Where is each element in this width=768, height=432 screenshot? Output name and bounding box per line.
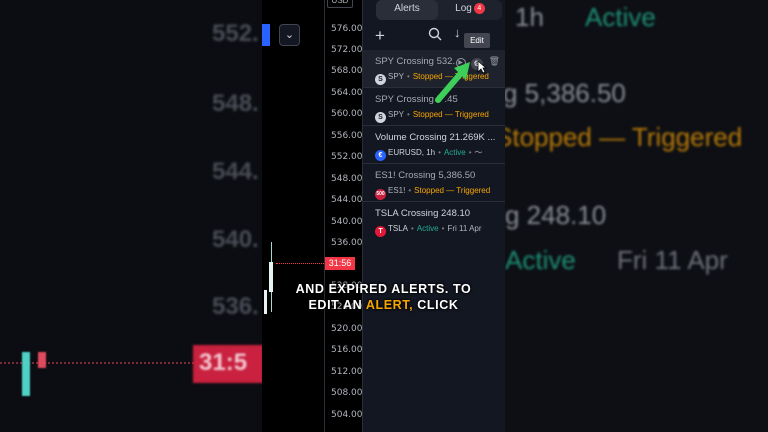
alert-symbol: ES1! [388, 186, 406, 195]
alert-symbol: SPY [388, 72, 405, 81]
video-caption: AND EXPIRED ALERTS. TO EDIT AN ALERT, CL… [262, 281, 505, 313]
alert-meta: € EURUSD, 1h • Active • 〜 [375, 147, 499, 161]
bg-text: g 5,386.50 [505, 78, 626, 108]
caption-line: AND EXPIRED ALERTS. TO [295, 282, 472, 296]
background-right-blur: 1h Active g 5,386.50 Stopped — Triggered… [505, 0, 768, 432]
bg-candle [22, 352, 30, 396]
panel-tabs: Alerts Log 4 [376, 0, 502, 20]
bg-candle [38, 352, 46, 368]
axis-tick: 568.00 [331, 66, 363, 76]
axis-tick: 512.00 [331, 367, 363, 377]
axis-tick: 508.00 [331, 388, 363, 398]
bg-text: Stopped — Triggered [505, 122, 743, 152]
caption-highlight: ALERT, [365, 298, 414, 312]
axis-tick: 564.00 [331, 88, 363, 98]
price-line [276, 263, 324, 264]
alert-meta: 500 ES1! • Stopped — Triggered [375, 185, 499, 200]
bg-price-label: 544. [212, 158, 259, 185]
countdown-price-tag: 31:56 [325, 257, 355, 270]
axis-tick: 548.00 [331, 174, 363, 184]
alert-row[interactable]: ES1! Crossing 5,386.50 500 ES1! • Stopped —… [363, 164, 505, 202]
alert-symbol: SPY [388, 110, 405, 119]
bg-text: Fri 11 Apr [617, 245, 728, 275]
interval-button[interactable] [262, 24, 270, 46]
alert-title: Volume Crossing 21.269K ... [375, 132, 496, 143]
axis-tick: 552.00 [331, 152, 363, 162]
bg-text: Active [585, 2, 656, 32]
currency-label[interactable]: USD [327, 0, 353, 8]
chart-area[interactable] [262, 0, 324, 432]
axis-tick: 572.00 [331, 45, 363, 55]
separator-dot: • [468, 148, 472, 157]
axis-tick: 516.00 [331, 345, 363, 355]
alert-meta: T TSLA • Active • Fri 11 Apr [375, 223, 499, 237]
separator-dot: • [438, 148, 441, 157]
axis-tick: 560.00 [331, 109, 363, 119]
bg-text: g 248.10 [505, 200, 607, 230]
log-count-badge: 4 [473, 3, 485, 14]
alert-status: Stopped — Triggered [412, 110, 489, 119]
bg-price-label: 552. [212, 20, 259, 47]
chevron-down-icon[interactable]: ⌄ [279, 24, 300, 46]
bg-text: Active [505, 245, 576, 275]
arrow-annotation-icon [435, 62, 470, 103]
cursor-icon [477, 60, 487, 74]
separator-dot: • [407, 72, 410, 81]
axis-tick: 520.00 [331, 324, 363, 334]
add-alert-icon[interactable]: + [375, 26, 385, 46]
screen: 552. 548. 544. 540. 536. 31:5 ⌄ USD 576.… [0, 0, 768, 432]
symbol-logo: 500 [375, 189, 386, 200]
alert-meta: S SPY • Stopped — Triggered [375, 109, 499, 123]
axis-tick: 544.00 [331, 195, 363, 205]
alert-title: TSLA Crossing 248.10 [375, 208, 471, 219]
symbol-logo: S [375, 112, 386, 123]
alert-status: Stopped — Triggered [414, 186, 491, 195]
alert-status: Active [443, 148, 466, 157]
tab-alerts[interactable]: Alerts [376, 0, 438, 20]
bg-price-label: 548. [212, 90, 259, 117]
separator-dot: • [408, 186, 412, 195]
tab-log[interactable]: Log 4 [440, 0, 500, 20]
alert-symbol: TSLA [388, 224, 409, 233]
bg-price-label: 536. [212, 293, 259, 320]
edit-tooltip: Edit [464, 33, 490, 48]
symbol-logo: T [375, 226, 386, 237]
alert-row[interactable]: Volume Crossing 21.269K ... € EURUSD, 1h •… [363, 126, 505, 164]
separator-dot: • [441, 224, 445, 233]
caption-text: EDIT AN [308, 298, 366, 312]
tab-log-label: Log [455, 3, 472, 14]
alert-row[interactable]: TSLA Crossing 248.10 T TSLA • Active • Fri 11… [363, 202, 505, 240]
search-icon[interactable] [428, 27, 442, 44]
axis-tick: 576.00 [331, 24, 363, 34]
axis-tick: 536.00 [331, 238, 363, 248]
separator-dot: • [407, 110, 410, 119]
price-axis[interactable]: USD 576.00 572.00 568.00 564.00 560.00 5… [324, 0, 363, 432]
wave-icon: 〜 [474, 148, 483, 157]
background-left-blur: 552. 548. 544. 540. 536. 31:5 [0, 0, 262, 432]
caption-line: EDIT AN ALERT, CLICK [262, 297, 505, 313]
axis-tick: 504.00 [331, 410, 363, 420]
sort-icon[interactable]: ↓ [454, 25, 461, 40]
separator-dot: • [411, 224, 414, 233]
symbol-logo: S [375, 74, 386, 85]
bg-text: 1h [515, 2, 544, 32]
bg-price-box: 31:5 [193, 345, 262, 383]
trash-icon[interactable]: 🗑 [489, 56, 500, 66]
alert-date: Fri 11 Apr [447, 224, 482, 233]
alert-symbol: EURUSD, 1h [388, 148, 436, 157]
axis-tick: 540.00 [331, 217, 363, 227]
symbol-logo: € [375, 150, 386, 161]
alert-status: Active [416, 224, 439, 233]
alert-title: ES1! Crossing 5,386.50 [375, 170, 476, 181]
caption-text: CLICK [413, 298, 459, 312]
axis-tick: 556.00 [331, 131, 363, 141]
bg-price-label: 540. [212, 226, 259, 253]
